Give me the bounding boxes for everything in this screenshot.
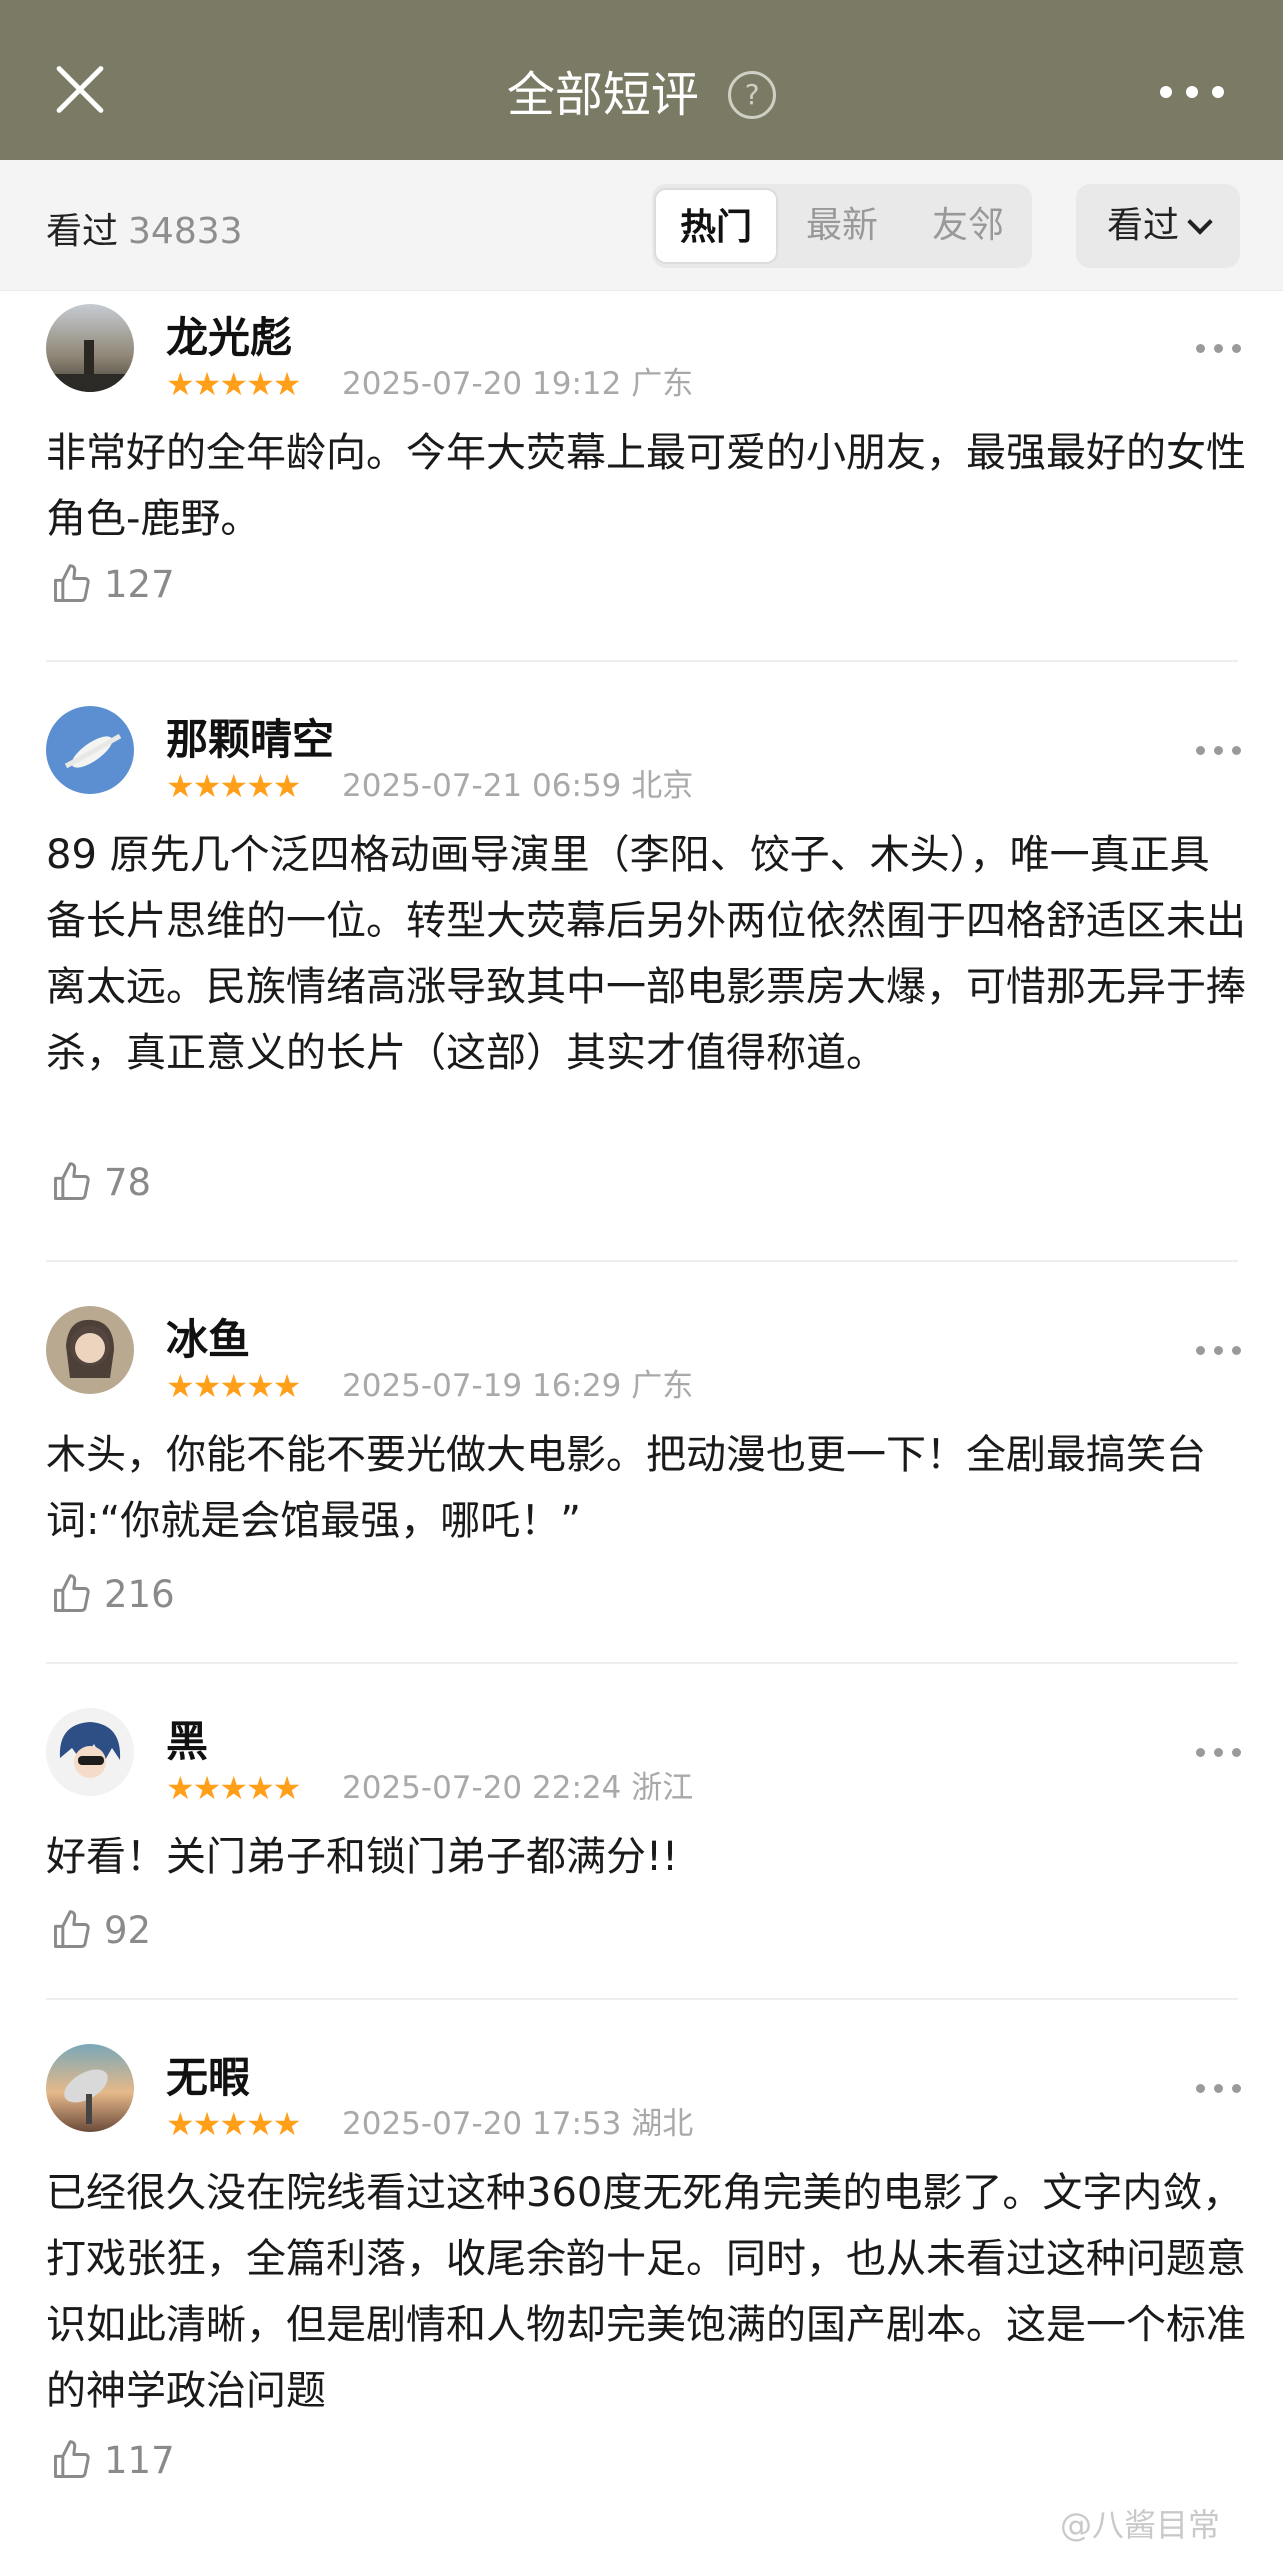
- review-meta: 2025-07-20 17:53 湖北: [342, 2106, 693, 2142]
- tab-latest[interactable]: 最新: [780, 188, 904, 264]
- thumbs-up-icon: [54, 564, 90, 602]
- status-filter-label: 看过: [1106, 205, 1179, 246]
- divider: [46, 660, 1238, 662]
- review-time: 2025-07-21 06:59: [342, 768, 622, 804]
- chevron-down-icon: [1187, 209, 1213, 235]
- more-options-icon[interactable]: [1160, 86, 1224, 98]
- rating-stars: ★★★★★: [166, 365, 301, 403]
- divider: [46, 1662, 1238, 1664]
- watched-summary: 看过 34833: [46, 202, 243, 254]
- username[interactable]: 那颗晴空: [166, 706, 334, 767]
- help-icon[interactable]: ?: [728, 71, 777, 119]
- like-count: 117: [104, 2439, 175, 2482]
- review-time: 2025-07-20 17:53: [342, 2106, 622, 2142]
- review-more-icon[interactable]: [1196, 746, 1242, 756]
- username[interactable]: 黑: [166, 1708, 208, 1769]
- review-meta: 2025-07-19 16:29 广东: [342, 1368, 693, 1404]
- watched-label: 看过: [46, 211, 119, 252]
- review-meta: 2025-07-21 06:59 北京: [342, 768, 693, 804]
- top-bar: 全部短评 ?: [0, 0, 1283, 160]
- page-title-wrap: 全部短评 ?: [0, 58, 1283, 129]
- like-count: 92: [104, 1909, 152, 1952]
- avatar[interactable]: [46, 1306, 134, 1394]
- review-meta: 2025-07-20 22:24 浙江: [342, 1770, 693, 1806]
- review-location: 广东: [631, 366, 694, 402]
- divider: [46, 1260, 1238, 1262]
- review-text: 木头，你能不能不要光做大电影。把动漫也更一下！全剧最搞笑台词:“你就是会馆最强，…: [46, 1432, 1206, 1544]
- thumbs-up-icon: [54, 2440, 90, 2478]
- divider: [46, 1998, 1238, 2000]
- like-count: 216: [104, 1573, 175, 1616]
- rating-stars: ★★★★★: [166, 767, 301, 805]
- rating-stars: ★★★★★: [166, 1769, 301, 1807]
- thumbs-up-icon: [54, 1574, 90, 1612]
- review-location: 广东: [631, 1368, 694, 1404]
- avatar[interactable]: [46, 2044, 134, 2132]
- username[interactable]: 无暇: [166, 2044, 250, 2105]
- username[interactable]: 龙光彪: [166, 304, 292, 365]
- review-location: 湖北: [631, 2106, 694, 2142]
- status-filter-dropdown[interactable]: 看过: [1076, 184, 1240, 268]
- review-time: 2025-07-20 22:24: [342, 1770, 622, 1806]
- like-count: 127: [104, 563, 175, 606]
- tab-hot[interactable]: 热门: [654, 188, 778, 264]
- page-title: 全部短评: [506, 67, 699, 123]
- avatar[interactable]: [46, 706, 134, 794]
- rating-stars: ★★★★★: [166, 2105, 301, 2143]
- review-location: 北京: [631, 768, 694, 804]
- sort-tabs: 热门 最新 友邻: [652, 184, 1032, 268]
- review-text: 已经很久没在院线看过这种360度无死角完美的电影了。文字内敛，打戏张狂，全篇利落…: [46, 2170, 1246, 2414]
- review-more-icon[interactable]: [1196, 1346, 1242, 1356]
- tab-friends[interactable]: 友邻: [906, 188, 1030, 264]
- review-more-icon[interactable]: [1196, 344, 1242, 354]
- review-text: 好看！关门弟子和锁门弟子都满分!!: [46, 1834, 679, 1880]
- avatar[interactable]: [46, 304, 134, 392]
- review-meta: 2025-07-20 19:12 广东: [342, 366, 693, 402]
- username[interactable]: 冰鱼: [166, 1306, 250, 1367]
- thumbs-up-icon: [54, 1910, 90, 1948]
- watched-count: 34833: [128, 211, 243, 252]
- thumbs-up-icon: [54, 1162, 90, 1200]
- review-text: 89 原先几个泛四格动画导演里（李阳、饺子、木头），唯一真正具备长片思维的一位。…: [46, 832, 1246, 1076]
- review-time: 2025-07-20 19:12: [342, 366, 622, 402]
- like-count: 78: [104, 1161, 152, 1204]
- review-location: 浙江: [631, 1770, 694, 1806]
- filter-bar: 看过 34833 热门 最新 友邻 看过: [0, 160, 1283, 291]
- review-text: 非常好的全年龄向。今年大荧幕上最可爱的小朋友，最强最好的女性角色-鹿野。: [46, 430, 1246, 542]
- rating-stars: ★★★★★: [166, 1367, 301, 1405]
- watermark: @八酱目常: [1060, 2506, 1221, 2544]
- review-time: 2025-07-19 16:29: [342, 1368, 622, 1404]
- review-more-icon[interactable]: [1196, 2084, 1242, 2094]
- review-more-icon[interactable]: [1196, 1748, 1242, 1758]
- avatar[interactable]: [46, 1708, 134, 1796]
